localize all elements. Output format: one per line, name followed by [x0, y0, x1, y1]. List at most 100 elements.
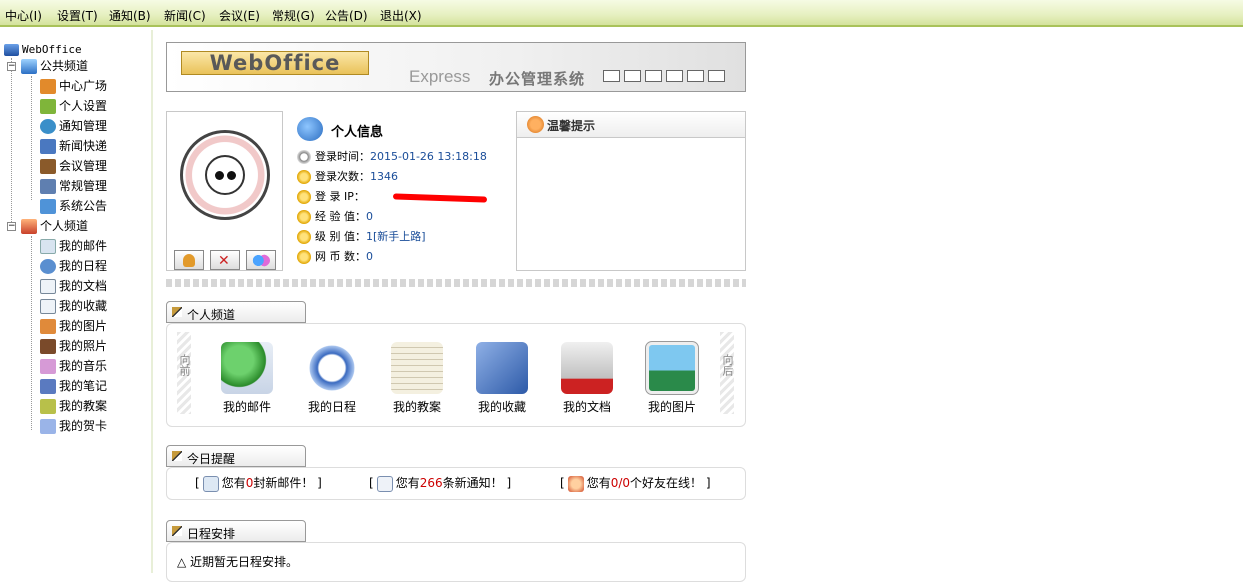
friends-count: 0/0 — [610, 476, 631, 490]
prev-button[interactable]: 向前 — [177, 332, 191, 414]
info-row-coins: 网 币 数：0 — [297, 248, 373, 266]
friends-reminder-pre: 您有 — [586, 476, 611, 490]
globe-folder-icon — [21, 59, 37, 74]
app-my-documents[interactable]: 我的文档 — [552, 342, 622, 415]
music-icon — [40, 359, 56, 374]
section-tab-today: 今日提醒 — [166, 445, 306, 467]
sun-icon — [297, 230, 311, 244]
section-title: 个人频道 — [187, 308, 236, 322]
tree-item-my-photos[interactable]: 我的照片 — [40, 337, 107, 355]
calendar-clock-icon — [306, 342, 358, 394]
tree-public-channel[interactable]: 公共频道 — [21, 57, 88, 75]
tree-connector — [31, 76, 32, 200]
tree-item-my-schedule[interactable]: 我的日程 — [40, 257, 107, 275]
schedule-empty-text: △ 近期暂无日程安排。 — [177, 555, 299, 569]
tree-item-personal-settings[interactable]: 个人设置 — [40, 97, 107, 115]
envelope-icon — [202, 475, 219, 492]
prev-label: 向前 — [178, 354, 191, 376]
app-my-images[interactable]: 我的图片 — [637, 341, 707, 415]
tree-personal-channel[interactable]: 个人频道 — [21, 217, 88, 235]
tips-panel: 温馨提示 — [516, 111, 746, 271]
computer-icon — [4, 43, 19, 56]
tree-item-my-documents[interactable]: 我的文档 — [40, 277, 107, 295]
tools-button[interactable]: ✕ — [210, 250, 240, 270]
tree-item-my-music[interactable]: 我的音乐 — [40, 357, 107, 375]
chat-bubble-icon — [297, 117, 323, 141]
tree-item-my-notes[interactable]: 我的笔记 — [40, 377, 107, 395]
menu-notice[interactable]: 通知(B) — [109, 7, 151, 24]
friend-face-icon — [567, 475, 584, 492]
login-count-value: 1346 — [370, 170, 398, 183]
picture-icon — [40, 319, 56, 334]
decor-square — [624, 70, 641, 82]
photo-icon — [40, 339, 56, 354]
tree-item-notice-mgmt[interactable]: 通知管理 — [40, 117, 107, 135]
tree-item-system-announcement[interactable]: 系统公告 — [40, 197, 107, 215]
app-my-lessons[interactable]: 我的教案 — [382, 342, 452, 415]
tree-item-my-favorites[interactable]: 我的收藏 — [40, 297, 107, 315]
app-my-mail[interactable]: 我的邮件 — [212, 342, 282, 415]
avatar-panel: ✕ — [166, 111, 283, 271]
schedule-panel: △ 近期暂无日程安排。 — [166, 542, 746, 582]
menubar: 中心(I) 设置(T) 通知(B) 新闻(C) 会议(E) 常规(G) 公告(D… — [0, 0, 1243, 27]
tree-item-label: 会议管理 — [59, 159, 108, 173]
info-row-experience: 经 验 值：0 — [297, 208, 373, 226]
tree-root[interactable]: WebOffice — [4, 40, 82, 58]
personal-channel-carousel: 向前 向后 我的邮件 我的日程 我的教案 我的收藏 我的文档 我的图片 — [166, 323, 746, 427]
tree-item-center-square[interactable]: 中心广场 — [40, 77, 107, 95]
menu-general[interactable]: 常规(G) — [272, 7, 315, 24]
menu-exit[interactable]: 退出(X) — [380, 7, 422, 24]
collapse-icon[interactable]: − — [7, 62, 16, 71]
next-button[interactable]: 向后 — [720, 332, 734, 414]
info-label: 登录次数： — [315, 170, 370, 183]
mail-reminder[interactable]: [您有0封新邮件！ ] — [195, 474, 322, 492]
smiley-icon — [527, 116, 544, 133]
app-my-schedule[interactable]: 我的日程 — [297, 342, 367, 415]
app-label: 我的收藏 — [477, 400, 526, 414]
greeting-card-icon — [40, 419, 56, 434]
decor-square — [645, 70, 662, 82]
menu-news[interactable]: 新闻(C) — [164, 7, 206, 24]
tree-item-my-images[interactable]: 我的图片 — [40, 317, 107, 335]
notice-document-icon — [376, 475, 393, 492]
tips-title: 温馨提示 — [547, 119, 596, 133]
favorites-folder-icon — [476, 342, 528, 394]
app-my-favorites[interactable]: 我的收藏 — [467, 342, 537, 415]
notice-reminder[interactable]: [您有266条新通知！ ] — [369, 474, 511, 492]
mail-reminder-post: 封新邮件！ — [253, 476, 314, 490]
pencil-icon — [172, 307, 182, 317]
sun-icon — [297, 250, 311, 264]
personal-info-panel: 个人信息 登录时间：2015-01-26 13:18:18 登录次数：1346 … — [285, 111, 515, 271]
notebook-pen-icon — [391, 342, 443, 394]
tree-item-news-express[interactable]: 新闻快递 — [40, 137, 107, 155]
app-label: 我的教案 — [392, 400, 441, 414]
tree-item-label: 我的图片 — [59, 319, 108, 333]
info-label: 级 别 值： — [315, 230, 366, 243]
personal-info-title: 个人信息 — [331, 125, 384, 140]
sun-icon — [297, 170, 311, 184]
mail-at-icon — [221, 342, 273, 394]
tree-item-my-mail[interactable]: 我的邮件 — [40, 237, 107, 255]
tree-item-meeting-mgmt[interactable]: 会议管理 — [40, 157, 107, 175]
tree-root-label: WebOffice — [22, 43, 82, 56]
menu-announcement[interactable]: 公告(D) — [325, 7, 368, 24]
section-tab-schedule: 日程安排 — [166, 520, 306, 542]
friends-button[interactable] — [246, 250, 276, 270]
app-label: 我的日程 — [307, 400, 356, 414]
collapse-icon[interactable]: − — [7, 222, 16, 231]
menu-center[interactable]: 中心(I) — [5, 7, 42, 24]
menu-settings[interactable]: 设置(T) — [57, 7, 98, 24]
tree-item-general-mgmt[interactable]: 常规管理 — [40, 177, 107, 195]
tools-icon: ✕ — [218, 253, 230, 269]
tree-item-my-lessons[interactable]: 我的教案 — [40, 397, 107, 415]
info-label: 网 币 数： — [315, 250, 366, 263]
avatar-face — [205, 155, 245, 195]
folder-icon — [40, 299, 56, 314]
tree-item-label: 通知管理 — [59, 119, 108, 133]
friends-reminder[interactable]: [您有0/0个好友在线！ ] — [560, 474, 711, 492]
app-label: 我的图片 — [647, 400, 696, 414]
menu-meeting[interactable]: 会议(E) — [219, 7, 260, 24]
tree-item-label: 我的邮件 — [59, 239, 108, 253]
profile-button[interactable] — [174, 250, 204, 270]
tree-item-my-cards[interactable]: 我的贺卡 — [40, 417, 107, 435]
